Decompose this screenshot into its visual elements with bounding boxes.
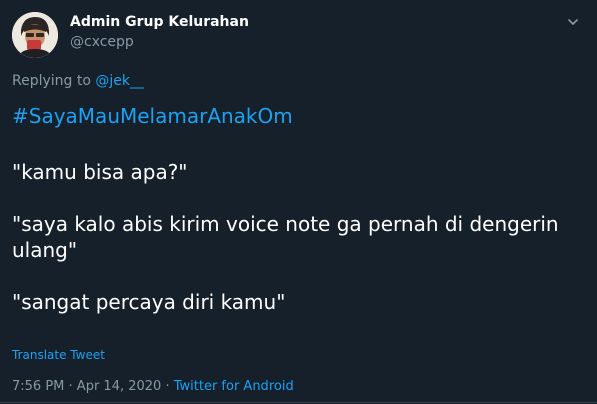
tweet-time[interactable]: 7:56 PM <box>12 379 64 394</box>
tweet-header: Admin Grup Kelurahan @cxcepp <box>12 8 597 58</box>
avatar[interactable] <box>12 12 58 58</box>
reply-target-link[interactable]: @jek__ <box>95 73 144 89</box>
hashtag-link[interactable]: #SayaMauMelamarAnakOm <box>12 103 582 129</box>
author-names[interactable]: Admin Grup Kelurahan @cxcepp <box>70 13 249 52</box>
user-handle[interactable]: @cxcepp <box>70 33 249 52</box>
tweet-date[interactable]: Apr 14, 2020 <box>77 379 162 394</box>
display-name[interactable]: Admin Grup Kelurahan <box>70 13 249 32</box>
tweet-body: #SayaMauMelamarAnakOm "kamu bisa apa?" "… <box>12 103 582 315</box>
chevron-down-icon <box>568 19 578 25</box>
tweet-paragraph: "kamu bisa apa?" <box>12 160 188 184</box>
replying-to: Replying to @jek__ <box>12 72 144 91</box>
avatar-photo <box>12 12 58 58</box>
meta-separator: · <box>161 379 174 394</box>
tweet-meta: 7:56 PM · Apr 14, 2020 · Twitter for And… <box>12 378 294 396</box>
tweet-paragraph: "saya kalo abis kirim voice note ga pern… <box>12 212 559 262</box>
more-options-button[interactable] <box>565 14 581 30</box>
tweet-paragraph: "sangat percaya diri kamu" <box>12 290 286 314</box>
divider <box>0 402 597 403</box>
meta-separator: · <box>64 379 77 394</box>
tweet-source-link[interactable]: Twitter for Android <box>174 379 294 394</box>
replying-to-label: Replying to <box>12 73 91 89</box>
translate-tweet-link[interactable]: Translate Tweet <box>12 347 105 363</box>
